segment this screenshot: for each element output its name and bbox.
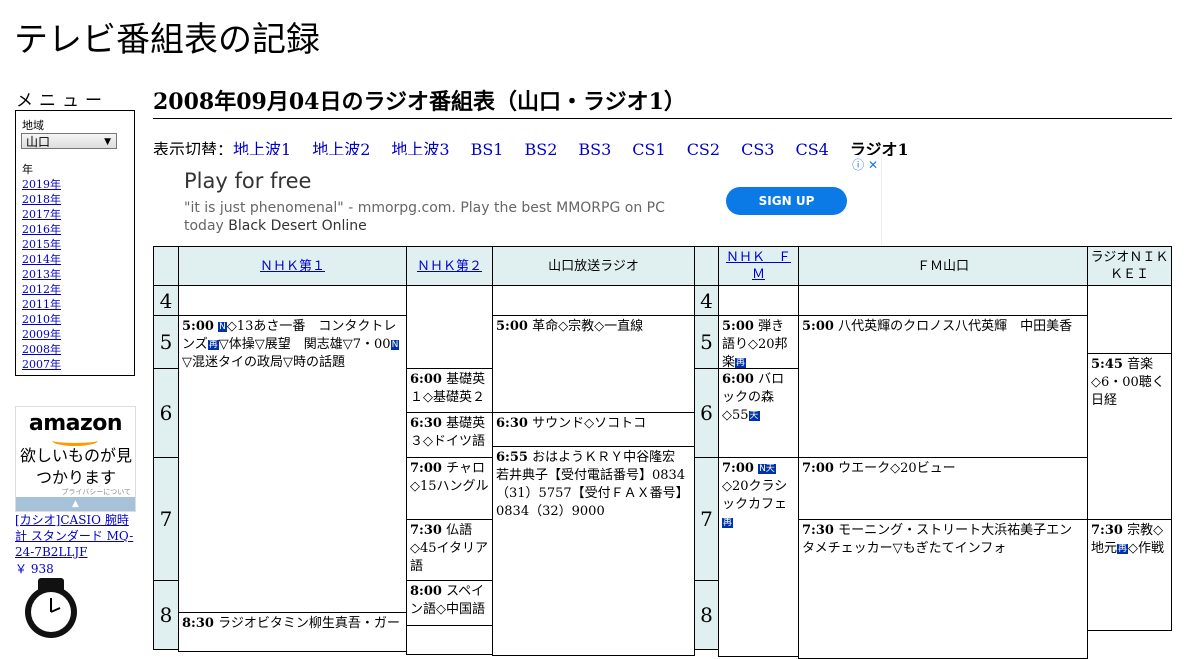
program-nhkfm-0500[interactable]: 5:00 弾き語り◇20邦楽再: [718, 315, 799, 369]
ad-info-close-icon[interactable]: ⓘ ✕: [852, 156, 878, 173]
rerun-icon: 再: [735, 358, 747, 368]
year-link-2015[interactable]: 2015年: [22, 238, 61, 251]
program-nikkei-0730[interactable]: 7:30 宗教◇地元再◇作戦: [1087, 519, 1172, 631]
hour-cell-6-right: 6: [694, 368, 719, 458]
program-kry-0655[interactable]: 6:55 おはようＫＲＹ中谷隆宏 若井典子【受付電話番号】0834（31）575…: [492, 446, 695, 656]
hour-cell-8-right: 8: [694, 580, 719, 650]
program-nhk1-0500[interactable]: 5:00 N◇13あさ一番 コンタクトレンズ再▽体操▽展望 関志雄▽7・00N▽…: [178, 315, 407, 622]
program-empty: [1087, 285, 1172, 354]
program-empty: [718, 285, 799, 316]
program-nikkei-0545[interactable]: 5:45 音楽◇6・00聴く日経: [1087, 353, 1172, 520]
channel-header-nhkfm[interactable]: ＮＨＫ ＦＭ: [718, 246, 799, 286]
ad-description: "it is just phenomenal" - mmorpg.com. Pl…: [184, 200, 665, 234]
program-empty: [492, 285, 695, 316]
amazon-ad[interactable]: amazon 欲しいものが見つかります プライバシーについて ▲: [15, 406, 136, 512]
program-kry-0630[interactable]: 6:30 サウンド◇ソコトコ: [492, 412, 695, 447]
program-nhkfm-0600[interactable]: 6:00 バロックの森◇55天: [718, 368, 799, 458]
amazon-logo: amazon: [28, 411, 123, 436]
hour-cell-7: 7: [153, 457, 179, 581]
amazon-tagline: 欲しいものが見つかります: [20, 446, 133, 487]
site-title: テレビ番組表の記録: [14, 20, 320, 60]
year-link-2009[interactable]: 2009年: [22, 328, 61, 341]
program-nhk2-0730[interactable]: 7:30 仏語◇45イタリア語: [406, 519, 493, 581]
year-link-2008[interactable]: 2008年: [22, 343, 61, 356]
hour-cell-7-right: 7: [694, 457, 719, 581]
year-link-2019[interactable]: 2019年: [22, 178, 61, 191]
year-link-2018[interactable]: 2018年: [22, 193, 61, 206]
header-corner-2: [694, 246, 719, 286]
region-select[interactable]: 山口 ▼: [21, 133, 117, 149]
region-label: 地域: [22, 119, 44, 132]
program-empty: [406, 285, 493, 369]
program-nhk1-0830[interactable]: 8:30 ラジオビタミン柳生真吾・ガー: [178, 612, 407, 652]
page-heading: 2008年09月04日のラジオ番組表（山口・ラジオ1）: [153, 84, 1172, 119]
channel-header-fmy: ＦＭ山口: [798, 246, 1088, 286]
region-select-value: 山口: [26, 135, 51, 149]
product-link[interactable]: [カシオ]CASIO 腕時計 スタンダード MQ-24-7B2LLJF: [15, 512, 137, 560]
hour-cell-5-right: 5: [694, 315, 719, 369]
program-fmy-0730[interactable]: 7:30 モーニング・ストリート大浜祐美子エンタメチェッカー▽もぎたてインフォ: [798, 519, 1088, 659]
news-icon: N: [218, 322, 227, 332]
year-link-2017[interactable]: 2017年: [22, 208, 61, 221]
ad-title[interactable]: Play for free: [184, 169, 311, 193]
program-empty: [178, 285, 407, 316]
program-kry-0500[interactable]: 5:00 革命◇宗教◇一直線: [492, 315, 695, 413]
header-corner: [153, 246, 179, 286]
rerun-icon: 再: [1117, 544, 1129, 554]
channel-header-nhk2[interactable]: ＮＨＫ第２: [406, 246, 493, 286]
hour-cell-4: 4: [153, 285, 179, 316]
year-link-2014[interactable]: 2014年: [22, 253, 61, 266]
rerun-icon: 再: [207, 340, 219, 350]
channel-header-nikkei: ラジオＮＩＫＫＥＩ: [1087, 246, 1172, 286]
program-nhkfm-0700[interactable]: 7:00 N天◇20クラシックカフェ再: [718, 457, 799, 657]
ad-signup-button[interactable]: SIGN UP: [726, 187, 847, 215]
year-link-2012[interactable]: 2012年: [22, 283, 61, 296]
hour-cell-8: 8: [153, 580, 179, 650]
product-price: ￥ 938: [15, 562, 54, 576]
amazon-privacy-link[interactable]: プライバシーについて: [61, 487, 131, 497]
menu-title: メニュー: [16, 91, 108, 111]
chevron-down-icon: ▼: [104, 137, 111, 147]
program-grid: ＮＨＫ第１ ＮＨＫ第２ 山口放送ラジオ ＮＨＫ ＦＭ ＦＭ山口 ラジオＮＩＫＫＥ…: [153, 246, 1172, 659]
year-link-2007[interactable]: 2007年: [22, 358, 61, 371]
year-list: 2019年 2018年 2017年 2016年 2015年 2014年 2013…: [22, 177, 61, 372]
year-link-2013[interactable]: 2013年: [22, 268, 61, 281]
year-link-2010[interactable]: 2010年: [22, 313, 61, 326]
hour-cell-5: 5: [153, 315, 179, 369]
program-fmy-0700[interactable]: 7:00 ウエーク◇20ビュー: [798, 457, 1088, 520]
ad-description-bold: Black Desert Online: [228, 218, 367, 234]
news-weather-icon: N天: [758, 464, 776, 474]
program-empty: [798, 285, 1088, 316]
program-nhk2-0630[interactable]: 6:30 基礎英３◇ドイツ語: [406, 412, 493, 458]
amazon-expand-icon[interactable]: ▲: [16, 497, 135, 511]
program-nhk2-0800[interactable]: 8:00 スペイン語◇中国語: [406, 580, 493, 626]
program-nhk2-0600[interactable]: 6:00 基礎英１◇基礎英２: [406, 368, 493, 413]
channel-header-nhk1[interactable]: ＮＨＫ第１: [178, 246, 407, 286]
hour-cell-4-right: 4: [694, 285, 719, 316]
rerun-icon: 再: [722, 518, 734, 528]
hour-cell-6: 6: [153, 368, 179, 458]
menu-box: 地域 山口 ▼ 年 2019年 2018年 2017年 2016年 2015年 …: [15, 110, 135, 376]
year-link-2011[interactable]: 2011年: [22, 298, 61, 311]
program-nhk2-0700[interactable]: 7:00 チャロ◇15ハングル: [406, 457, 493, 520]
news-icon: N: [390, 340, 400, 350]
year-link-2016[interactable]: 2016年: [22, 223, 61, 236]
channel-header-kry: 山口放送ラジオ: [492, 246, 695, 286]
ad-banner[interactable]: Play for free "it is just phenomenal" - …: [153, 155, 882, 245]
program-fmy-0500[interactable]: 5:00 八代英輝のクロノス八代英輝 中田美香: [798, 315, 1088, 458]
weather-icon: 天: [748, 411, 760, 421]
year-label: 年: [22, 163, 33, 176]
watch-image[interactable]: [18, 578, 84, 638]
